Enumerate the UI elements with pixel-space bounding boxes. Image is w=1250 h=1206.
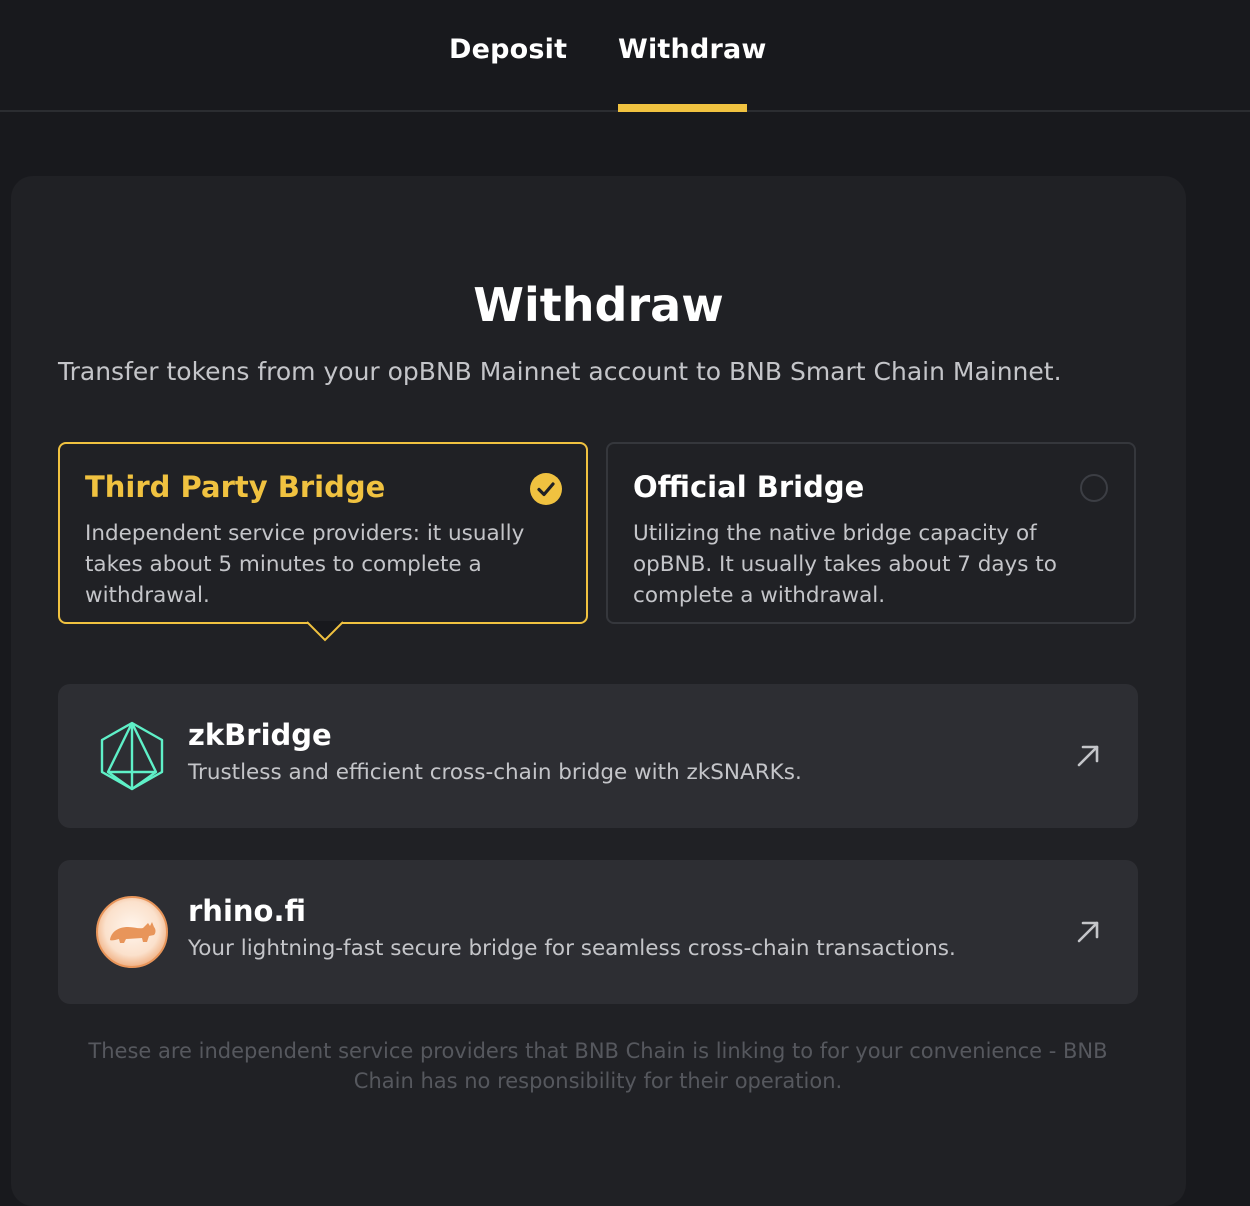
radio-unchecked-icon [1080,474,1108,502]
provider-name: zkBridge [188,718,332,752]
provider-name: rhino.fi [188,894,306,928]
disclaimer-text: These are independent service providers … [88,1039,1108,1093]
provider-card-rhino-fi[interactable]: rhino.fi Your lightning-fast secure brid… [58,860,1138,1004]
provider-description: Trustless and efficient cross-chain brid… [188,760,802,785]
tab-deposit[interactable]: Deposit [449,34,567,65]
option-title: Third Party Bridge [85,470,386,504]
top-nav: Deposit Withdraw [0,0,1250,112]
option-description: Utilizing the native bridge capacity of … [633,521,1057,608]
checkmark-icon [530,473,562,505]
page-title: Withdraw [473,278,724,332]
external-link-arrow-icon[interactable] [1074,742,1102,770]
selected-option-pointer [307,621,343,642]
option-official-bridge[interactable]: Official Bridge Utilizing the native bri… [606,442,1136,624]
rhino-logo-icon [96,896,168,968]
option-description: Independent service providers: it usuall… [85,521,525,608]
option-third-party-bridge[interactable]: Third Party Bridge Independent service p… [58,442,588,624]
page-subtitle: Transfer tokens from your opBNB Mainnet … [58,357,1062,386]
provider-description: Your lightning-fast secure bridge for se… [188,936,956,961]
external-link-arrow-icon[interactable] [1074,918,1102,946]
zkbridge-logo-icon [100,721,164,791]
tab-withdraw[interactable]: Withdraw [618,34,767,65]
provider-card-zkbridge[interactable]: zkBridge Trustless and efficient cross-c… [58,684,1138,828]
active-tab-indicator [618,104,747,112]
option-title: Official Bridge [633,470,865,504]
